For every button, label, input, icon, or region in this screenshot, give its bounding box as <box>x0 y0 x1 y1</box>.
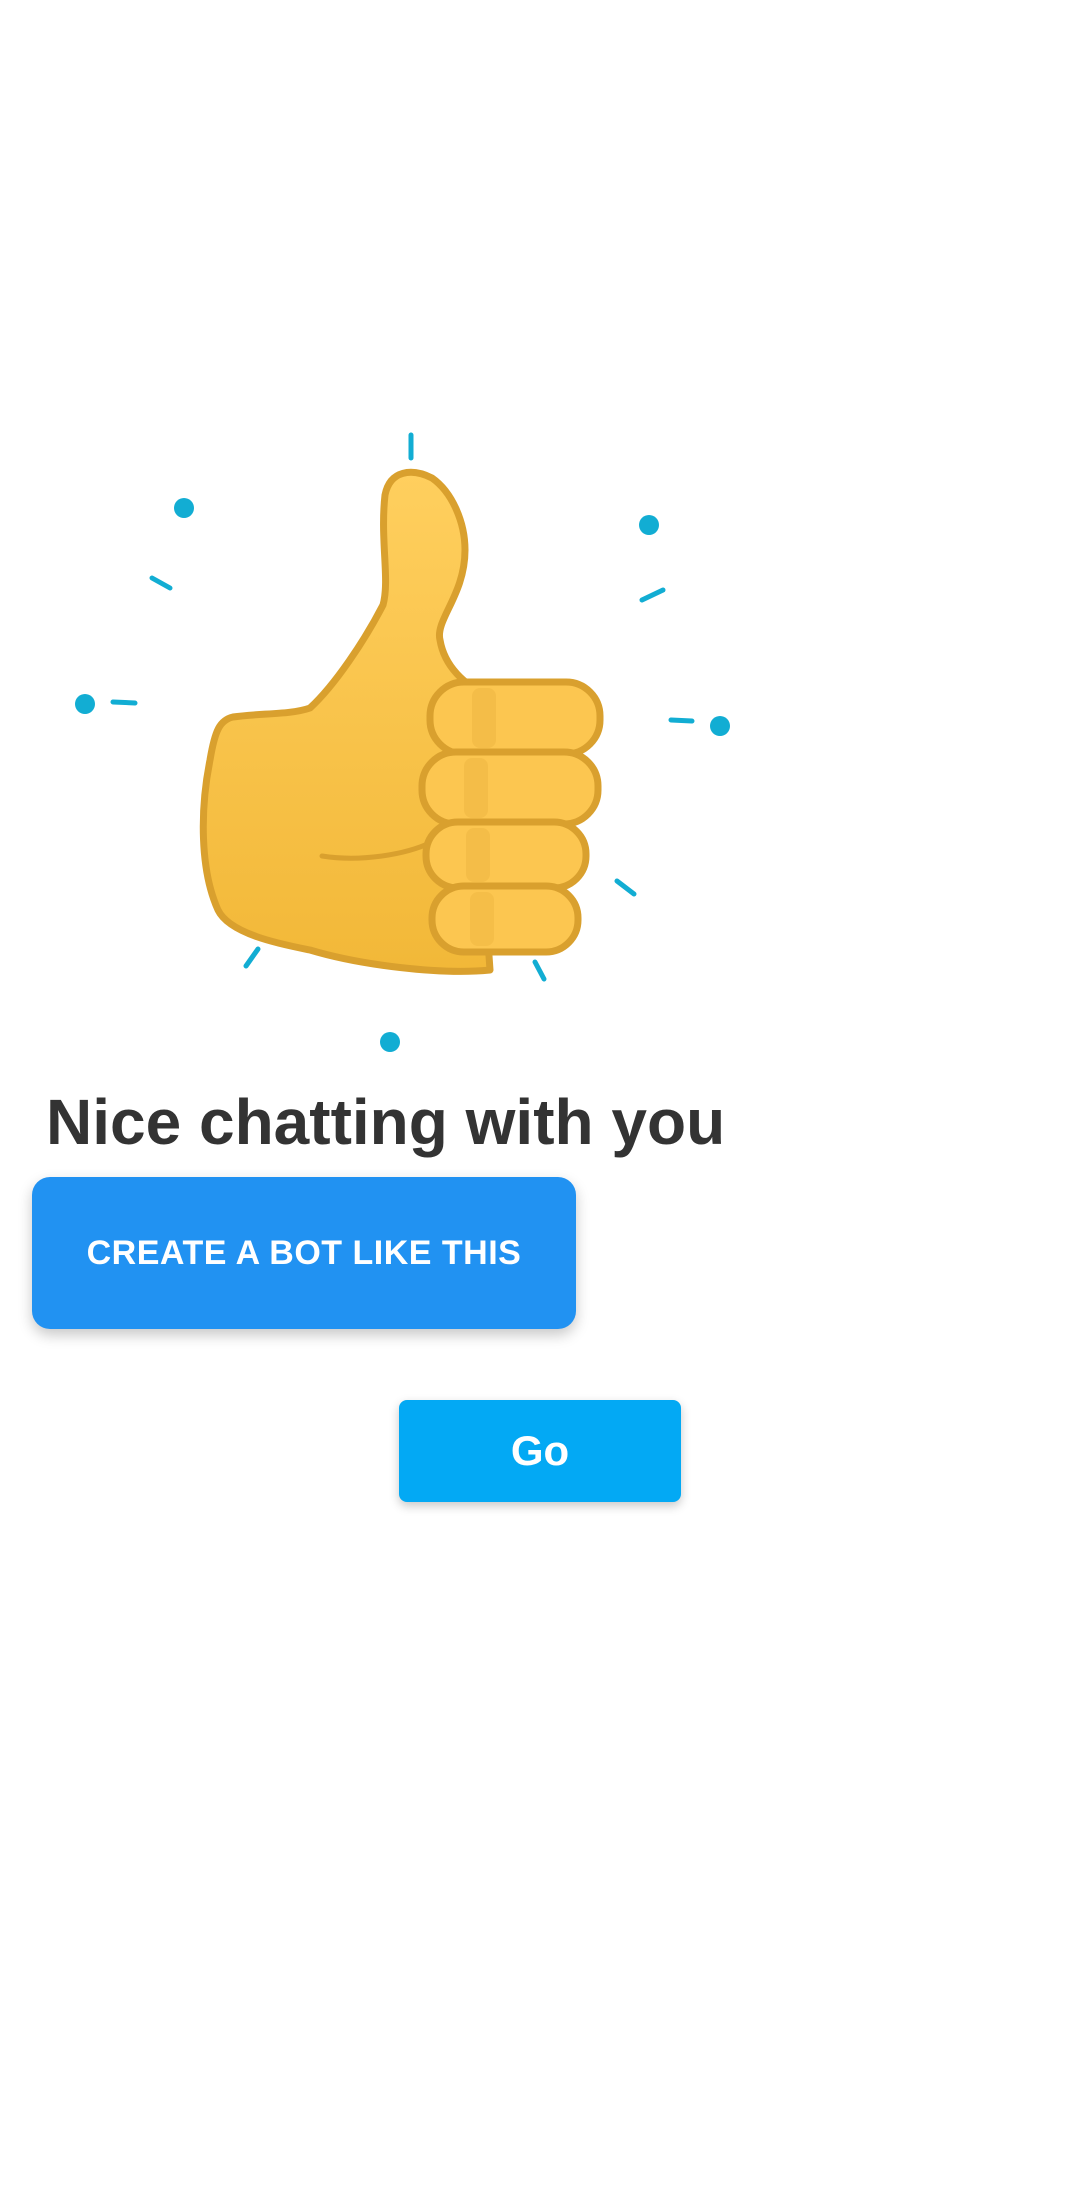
hand-fingers <box>418 678 604 956</box>
screen: Nice chatting with you CREATE A BOT LIKE… <box>0 0 1080 2208</box>
create-bot-button[interactable]: CREATE A BOT LIKE THIS <box>32 1177 576 1329</box>
thumbs-up-icon <box>75 432 730 1052</box>
go-button[interactable]: Go <box>399 1400 681 1502</box>
page-title: Nice chatting with you <box>46 1086 726 1158</box>
thumbs-up-illustration <box>60 430 760 1090</box>
